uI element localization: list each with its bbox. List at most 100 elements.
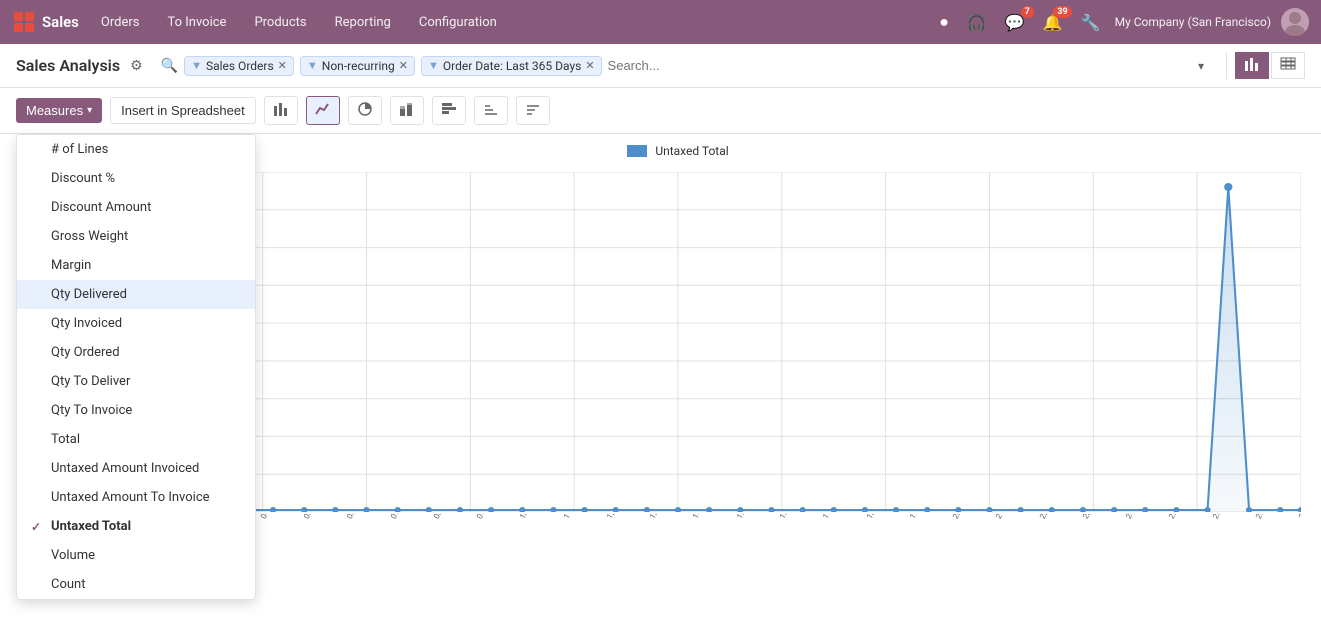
filter-label-1: Sales Orders <box>206 59 274 73</box>
x-label: 20 Oct 2023 <box>951 514 980 521</box>
measure-item-total[interactable]: Total <box>17 425 255 454</box>
status-dot-icon: ● <box>935 8 953 36</box>
search-input[interactable] <box>608 58 1188 73</box>
filter-tag-order-date: ▼ Order Date: Last 365 Days ✕ <box>421 56 602 76</box>
chat-icon[interactable]: 💬 7 <box>1001 9 1029 36</box>
measure-label-discount-amount: Discount Amount <box>51 200 151 215</box>
legend-color-swatch <box>627 145 647 157</box>
pie-chart-button[interactable] <box>348 96 382 125</box>
x-label: 24 Oct 2023 <box>1124 514 1153 521</box>
wrench-icon[interactable]: 🔧 <box>1077 9 1105 36</box>
data-point <box>955 507 961 512</box>
data-point <box>550 507 556 512</box>
data-point <box>519 507 525 512</box>
data-point <box>706 507 712 512</box>
filter-bar: 🔍 ▼ Sales Orders ✕ ▼ Non-recurring ✕ ▼ O… <box>153 55 1216 77</box>
nav-reporting[interactable]: Reporting <box>329 11 397 34</box>
user-avatar[interactable] <box>1281 8 1309 36</box>
measure-label-untaxed-to-invoice: Untaxed Amount To Invoice <box>51 490 210 505</box>
headset-icon[interactable]: 🎧 <box>963 9 991 36</box>
nav-configuration[interactable]: Configuration <box>413 11 503 34</box>
measure-item-qty-delivered[interactable]: Qty Delivered <box>17 280 255 309</box>
settings-gear-icon[interactable]: ⚙ <box>130 58 143 74</box>
filter-label-2: Non-recurring <box>322 59 395 73</box>
nav-orders[interactable]: Orders <box>95 11 146 34</box>
filter-close-3[interactable]: ✕ <box>585 59 594 72</box>
measures-dropdown-scroll: # of Lines Discount % Discount Amount Gr… <box>17 135 255 599</box>
x-label: 16 Oct 2023 <box>778 514 807 521</box>
filter-close-2[interactable]: ✕ <box>399 59 408 72</box>
measure-item-qty-to-deliver[interactable]: Qty To Deliver <box>17 367 255 396</box>
bell-icon[interactable]: 🔔 39 <box>1039 9 1067 36</box>
bar-chart-button[interactable] <box>264 96 298 125</box>
x-label: 14 Oct 2023 <box>691 514 720 521</box>
data-point <box>613 507 619 512</box>
data-point <box>457 507 463 512</box>
filter-close-1[interactable]: ✕ <box>278 59 287 72</box>
data-point <box>581 507 587 512</box>
data-point <box>395 507 401 512</box>
search-icon[interactable]: 🔍 <box>161 58 178 74</box>
measure-item-qty-ordered[interactable]: Qty Ordered <box>17 338 255 367</box>
data-point <box>1277 507 1283 512</box>
insert-spreadsheet-button[interactable]: Insert in Spreadsheet <box>110 97 256 124</box>
measure-label-gross-weight: Gross Weight <box>51 229 128 244</box>
graph-view-button[interactable] <box>1235 52 1269 79</box>
x-label: 27 Oct 2023 <box>1254 514 1283 521</box>
measure-label-qty-ordered: Qty Ordered <box>51 345 120 360</box>
measure-item-lines[interactable]: # of Lines <box>17 135 255 164</box>
x-label: 15 Oct 2023 <box>735 514 764 521</box>
data-point <box>426 507 432 512</box>
data-point-spike <box>1224 183 1232 191</box>
filter-funnel-icon-3: ▼ <box>428 59 439 72</box>
table-view-button[interactable] <box>1271 52 1305 79</box>
sort-asc-button[interactable] <box>474 96 508 125</box>
filter-tag-sales-orders: ▼ Sales Orders ✕ <box>184 56 294 76</box>
measure-label-untaxed-invoiced: Untaxed Amount Invoiced <box>51 461 199 476</box>
filter-funnel-icon-1: ▼ <box>191 59 202 72</box>
horizontal-bar-button[interactable] <box>432 96 466 125</box>
x-label: 06 Oct 2023 <box>345 514 374 521</box>
x-label: 17 Oct 2023 <box>821 514 850 521</box>
x-label: 13 Oct 2023 <box>648 514 677 521</box>
data-point <box>1142 507 1148 512</box>
x-label: 09 Oct 2023 <box>475 514 504 521</box>
measure-label-total: Total <box>51 432 80 447</box>
sort-desc-button[interactable] <box>516 96 550 125</box>
data-point <box>1111 507 1117 512</box>
measures-dropdown: # of Lines Discount % Discount Amount Gr… <box>16 134 256 600</box>
measure-item-margin[interactable]: Margin <box>17 251 255 280</box>
nav-products[interactable]: Products <box>248 11 312 34</box>
data-point <box>270 507 276 512</box>
measure-item-untaxed-total[interactable]: ✓ Untaxed Total <box>17 512 255 541</box>
measure-item-discount-pct[interactable]: Discount % <box>17 164 255 193</box>
chat-badge: 7 <box>1021 6 1034 18</box>
app-logo[interactable]: Sales <box>12 10 79 34</box>
line-chart-button[interactable] <box>306 96 340 125</box>
data-point <box>301 507 307 512</box>
measure-item-discount-amount[interactable]: Discount Amount <box>17 193 255 222</box>
x-label: 19 Oct 2023 <box>908 514 937 521</box>
measure-item-count[interactable]: Count <box>17 570 255 599</box>
measure-item-gross-weight[interactable]: Gross Weight <box>17 222 255 251</box>
measure-item-qty-to-invoice[interactable]: Qty To Invoice <box>17 396 255 425</box>
measure-item-qty-invoiced[interactable]: Qty Invoiced <box>17 309 255 338</box>
x-label: 04 Oct 2023 <box>259 514 288 521</box>
measure-item-untaxed-to-invoice[interactable]: Untaxed Amount To Invoice <box>17 483 255 512</box>
data-point <box>332 507 338 512</box>
measure-item-untaxed-invoiced[interactable]: Untaxed Amount Invoiced <box>17 454 255 483</box>
data-point <box>1018 507 1024 512</box>
measure-label-lines: # of Lines <box>51 142 108 157</box>
company-name: My Company (San Francisco) <box>1115 15 1271 29</box>
x-label: 07 Oct 2023 <box>389 514 418 521</box>
data-point <box>1298 507 1301 512</box>
measures-button[interactable]: Measures ▾ <box>16 98 102 123</box>
app-name: Sales <box>42 13 79 31</box>
nav-to-invoice[interactable]: To Invoice <box>161 11 232 34</box>
measure-item-volume[interactable]: Volume <box>17 541 255 570</box>
view-toggles <box>1226 52 1305 79</box>
search-dropdown-icon[interactable]: ▾ <box>1194 55 1208 77</box>
stacked-chart-button[interactable] <box>390 96 424 125</box>
x-label: 11 Oct 2023 <box>562 514 591 521</box>
data-point <box>737 507 743 512</box>
